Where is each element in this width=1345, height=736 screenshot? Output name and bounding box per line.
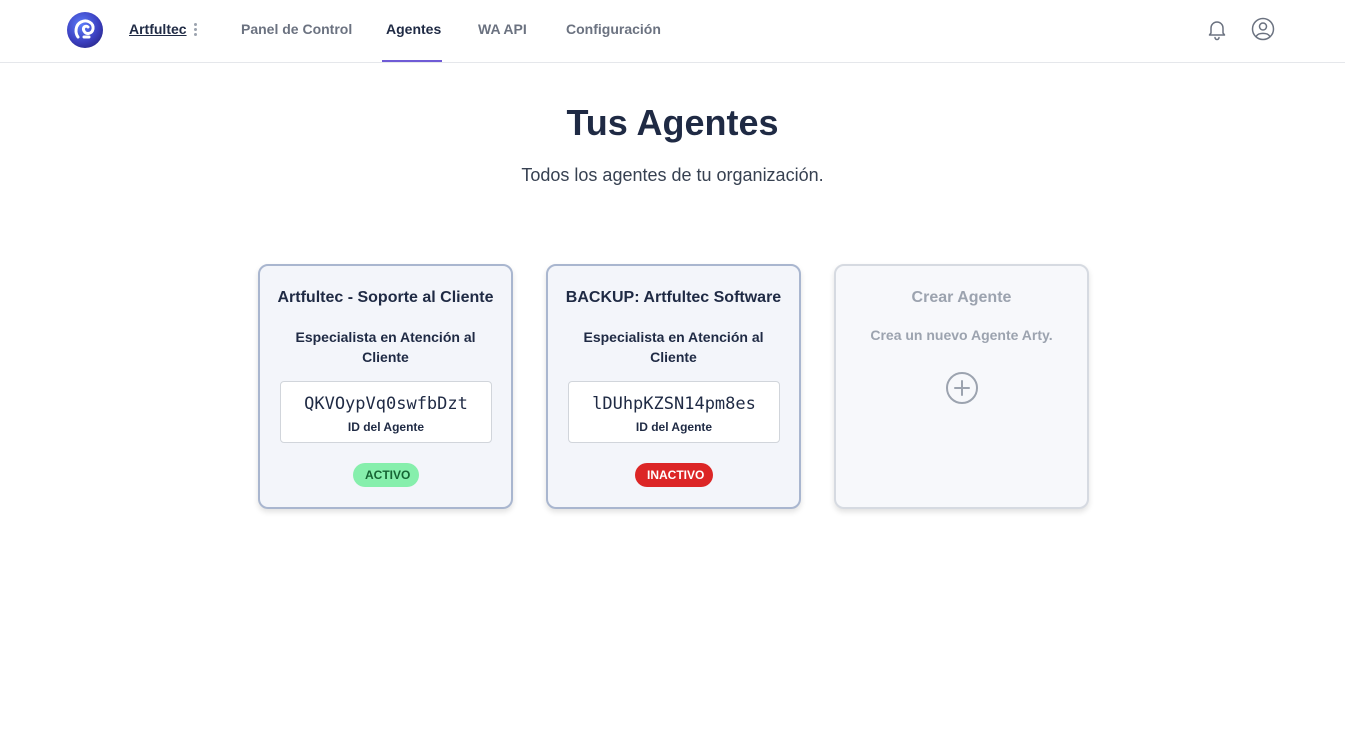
agent-name: Artfultec - Soporte al Cliente (277, 289, 494, 306)
org-menu-kebab-icon[interactable] (190, 21, 200, 39)
plus-circle-icon[interactable] (945, 371, 979, 405)
active-tab-indicator (382, 60, 442, 62)
status-badge: ACTIVO (353, 463, 419, 487)
top-navbar: Artfultec Panel de Control Agentes WA AP… (0, 0, 1345, 63)
agent-id-label: ID del Agente (347, 420, 425, 434)
bell-icon[interactable] (1205, 17, 1229, 41)
nav-wa-api[interactable]: WA API (478, 21, 527, 37)
agent-name: BACKUP: Artfultec Software (565, 289, 782, 306)
agent-id-box[interactable]: QKVOypVq0swfbDzt ID del Agente (280, 381, 492, 443)
agent-id-box[interactable]: lDUhpKZSN14pm8es ID del Agente (568, 381, 780, 443)
org-name-link[interactable]: Artfultec (129, 21, 187, 37)
agent-id-label: ID del Agente (635, 420, 713, 434)
nav-agentes[interactable]: Agentes (386, 21, 441, 37)
nav-configuracion[interactable]: Configuración (566, 21, 661, 37)
create-agent-card[interactable]: Crear Agente Crea un nuevo Agente Arty. (834, 264, 1089, 509)
status-badge: INACTIVO (635, 463, 713, 487)
agent-role: Especialista en Atención al Cliente (295, 329, 476, 365)
logo-mark-icon (74, 19, 95, 39)
agent-card[interactable]: Artfultec - Soporte al Cliente Especiali… (258, 264, 513, 509)
page-subtitle: Todos los agentes de tu organización. (521, 165, 824, 185)
create-agent-title: Crear Agente (911, 289, 1012, 306)
user-circle-icon[interactable] (1251, 17, 1275, 41)
app-logo[interactable] (67, 12, 103, 48)
agent-id-value: QKVOypVq0swfbDzt (304, 394, 468, 414)
page-title: Tus Agentes (566, 102, 779, 143)
agent-role: Especialista en Atención al Cliente (583, 329, 764, 365)
agent-id-value: lDUhpKZSN14pm8es (592, 394, 756, 414)
create-agent-description: Crea un nuevo Agente Arty. (870, 327, 1053, 343)
nav-panel-de-control[interactable]: Panel de Control (241, 21, 352, 37)
agent-card[interactable]: BACKUP: Artfultec Software Especialista … (546, 264, 801, 509)
